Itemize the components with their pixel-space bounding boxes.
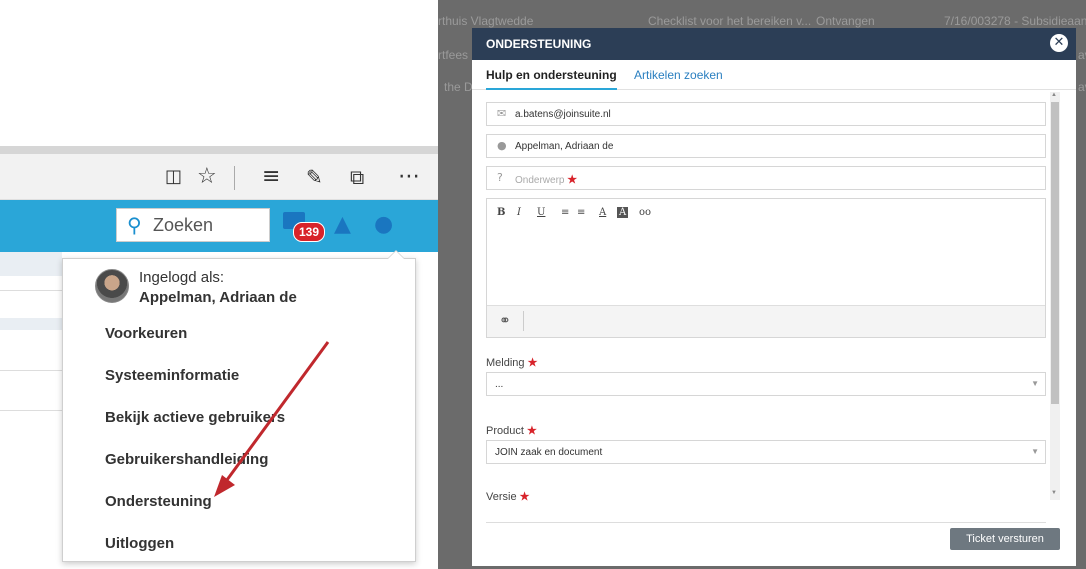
bg-cell: the D [444, 80, 473, 94]
underline-button[interactable]: U [537, 207, 545, 218]
email-field[interactable]: ✉ a.batens@joinsuite.nl [486, 102, 1046, 126]
tab-artikelen-zoeken[interactable]: Artikelen zoeken [634, 68, 723, 82]
editor-toolbar: B I U ≡ ≡ A A oo [487, 199, 1045, 227]
scroll-up-icon[interactable]: ▲ [1051, 92, 1057, 98]
email-value: a.batens@joinsuite.nl [515, 109, 611, 120]
user-icon: ● [497, 139, 507, 152]
editor-footer: ⚭ [487, 305, 1045, 337]
bg-color-button[interactable]: A [617, 207, 629, 218]
text-color-button[interactable]: A [599, 207, 606, 218]
bg-cell: 7/16/003278 - Subsidieaanv [944, 14, 1086, 28]
modal-tabs: Hulp en ondersteuning Artikelen zoeken [472, 60, 1076, 90]
subject-placeholder: Onderwerp ★ [515, 174, 578, 186]
scrollbar-thumb[interactable] [1051, 102, 1059, 404]
envelope-icon: ✉ [497, 107, 507, 120]
melding-value: ... [495, 379, 504, 390]
divider [523, 311, 524, 331]
bold-button[interactable]: B [497, 207, 505, 218]
italic-button[interactable]: I [517, 207, 521, 218]
name-field[interactable]: ● Appelman, Adriaan de [486, 134, 1046, 158]
paperclip-icon[interactable]: ⚭ [499, 313, 511, 329]
numbered-list-button[interactable]: ≡ [577, 207, 585, 218]
product-value: JOIN zaak en document [495, 447, 603, 458]
bg-cell: Ontvangen [816, 14, 875, 28]
tab-hulp-en-ondersteuning[interactable]: Hulp en ondersteuning [486, 68, 617, 90]
left-screenshot: ◫ ☆ ≡ ✎ ⧉ ⋯ ⚲ Zoeken 139 ▲ ● Ingelogd al… [0, 0, 438, 569]
bg-cell: Checklist voor het bereiken v... [648, 14, 812, 28]
name-value: Appelman, Adriaan de [515, 141, 614, 152]
modal-header: ONDERSTEUNING ✕ [472, 28, 1076, 60]
melding-select[interactable]: ... ▼ [486, 372, 1046, 396]
send-ticket-button[interactable]: Ticket versturen [950, 528, 1060, 550]
link-button[interactable]: oo [639, 207, 651, 218]
divider [486, 522, 1046, 523]
question-icon: ? [497, 171, 503, 184]
right-screenshot: rthuis Vlagtwedde Checklist voor het ber… [438, 0, 1086, 569]
bg-cell: av [1078, 80, 1086, 94]
close-icon[interactable]: ✕ [1050, 34, 1068, 52]
bg-cell: av [1078, 48, 1086, 62]
versie-label: Versie ★ [486, 491, 530, 503]
bullet-list-button[interactable]: ≡ [561, 207, 569, 218]
chevron-down-icon: ▼ [1031, 379, 1039, 388]
annotation-arrow [214, 341, 330, 497]
chevron-down-icon: ▼ [1031, 447, 1039, 456]
scroll-down-icon[interactable]: ▼ [1051, 490, 1057, 496]
modal-title: ONDERSTEUNING [486, 37, 592, 51]
melding-label: Melding ★ [486, 357, 538, 369]
support-modal: ONDERSTEUNING ✕ Hulp en ondersteuning Ar… [472, 28, 1076, 566]
bg-cell: rthuis Vlagtwedde [438, 14, 534, 28]
product-label: Product ★ [486, 425, 537, 437]
subject-field[interactable]: ? Onderwerp ★ [486, 166, 1046, 190]
message-editor[interactable]: B I U ≡ ≡ A A oo ⚭ [486, 198, 1046, 338]
product-select[interactable]: JOIN zaak en document ▼ [486, 440, 1046, 464]
bg-cell: rtfees [438, 48, 469, 62]
